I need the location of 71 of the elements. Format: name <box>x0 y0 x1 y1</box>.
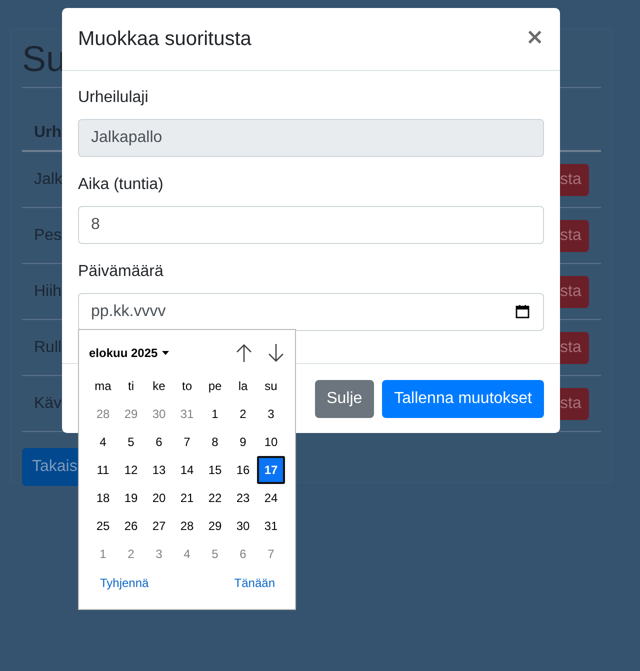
calendar-day[interactable]: 31 <box>173 402 201 426</box>
weekday-label: su <box>264 378 278 395</box>
calendar-day[interactable]: 10 <box>257 430 285 454</box>
weekday-label: ma <box>94 378 112 395</box>
calendar-day[interactable]: 8 <box>201 430 229 454</box>
input-field[interactable]: 8 <box>78 206 544 244</box>
weekday-label: la <box>237 378 249 395</box>
calendar-icon[interactable] <box>515 304 530 319</box>
weekday-label: to <box>180 378 193 395</box>
calendar-day[interactable]: 14 <box>173 458 201 482</box>
calendar-day[interactable]: 7 <box>257 542 285 566</box>
calendar-day[interactable]: 7 <box>173 430 201 454</box>
calendar-day[interactable]: 23 <box>229 486 257 510</box>
table-cell: Käv <box>34 394 62 412</box>
table-cell: Pes <box>34 226 62 244</box>
field-label: Päivämäärä <box>78 262 164 282</box>
table-cell: Jalk <box>34 170 62 188</box>
calendar-day[interactable]: 16 <box>229 458 257 482</box>
calendar-day[interactable]: 29 <box>201 514 229 538</box>
close-button[interactable]: × <box>526 27 544 51</box>
calendar-day[interactable]: 3 <box>145 542 173 566</box>
calendar-day[interactable]: 27 <box>145 514 173 538</box>
calendar-day[interactable]: 6 <box>145 430 173 454</box>
column-header: Urh <box>34 124 62 142</box>
clear-link[interactable]: Tyhjennä <box>100 576 149 590</box>
calendar-day[interactable]: 30 <box>229 514 257 538</box>
calendar-day[interactable]: 2 <box>229 402 257 426</box>
calendar-day[interactable]: 4 <box>173 542 201 566</box>
calendar-day[interactable]: 9 <box>229 430 257 454</box>
calendar-day[interactable]: 28 <box>89 402 117 426</box>
table-cell: Hiih <box>34 282 62 300</box>
month-selector[interactable]: elokuu 2025 <box>89 346 169 360</box>
calendar-day[interactable]: 20 <box>145 486 173 510</box>
calendar-day[interactable]: 19 <box>117 486 145 510</box>
calendar-day[interactable]: 28 <box>173 514 201 538</box>
calendar-day[interactable]: 29 <box>117 402 145 426</box>
calendar-day[interactable]: 24 <box>257 486 285 510</box>
today-link[interactable]: Tänään <box>234 576 275 590</box>
modal-title: Muokkaa suoritusta <box>78 28 252 50</box>
calendar-day[interactable]: 25 <box>89 514 117 538</box>
calendar-day[interactable]: 12 <box>117 458 145 482</box>
weekday-label: ke <box>152 378 166 395</box>
calendar-day[interactable]: 1 <box>89 542 117 566</box>
calendar-day[interactable]: 15 <box>201 458 229 482</box>
calendar-day[interactable]: 3 <box>257 402 285 426</box>
calendar-day[interactable]: 13 <box>145 458 173 482</box>
up-arrow-icon[interactable] <box>235 343 253 363</box>
caret-icon <box>162 351 169 355</box>
calendar-day[interactable]: 21 <box>173 486 201 510</box>
calendar-day[interactable]: 5 <box>117 430 145 454</box>
weekday-label: ti <box>127 378 135 395</box>
calendar-day[interactable]: 4 <box>89 430 117 454</box>
down-arrow-icon[interactable] <box>267 343 285 363</box>
save-button[interactable]: Tallenna muutokset <box>382 380 544 418</box>
calendar-day[interactable]: 30 <box>145 402 173 426</box>
calendar-day[interactable]: 1 <box>201 402 229 426</box>
calendar-day[interactable]: 22 <box>201 486 229 510</box>
table-cell: Rull <box>34 338 62 356</box>
calendar-day[interactable]: 17 <box>257 456 285 484</box>
calendar-day[interactable]: 18 <box>89 486 117 510</box>
calendar-day[interactable]: 6 <box>229 542 257 566</box>
calendar-day[interactable]: 26 <box>117 514 145 538</box>
calendar-day[interactable]: 11 <box>89 458 117 482</box>
field-label: Urheilulaji <box>78 88 150 108</box>
calendar-day[interactable]: 31 <box>257 514 285 538</box>
calendar-day[interactable]: 2 <box>117 542 145 566</box>
date-field[interactable]: pp.kk.vvvv <box>78 293 544 331</box>
field-label: Aika (tuntia) <box>78 175 164 195</box>
close-button[interactable]: Sulje <box>314 380 374 418</box>
weekday-label: pe <box>207 378 223 395</box>
calendar-day[interactable]: 5 <box>201 542 229 566</box>
